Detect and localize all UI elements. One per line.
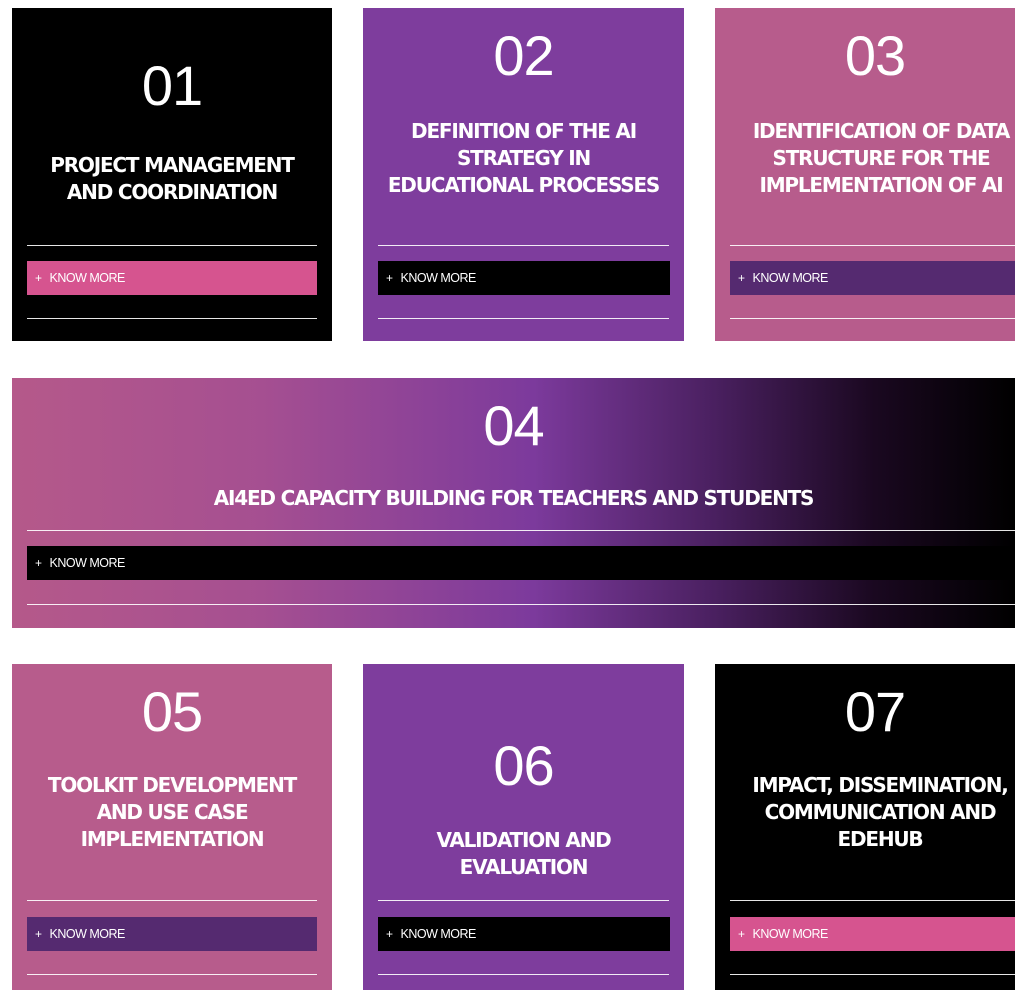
know-more-button[interactable]: + KNOW MORE	[378, 917, 670, 951]
divider	[378, 318, 669, 319]
button-label: KNOW MORE	[49, 927, 126, 941]
work-package-card-07: 07 IMPACT, DISSEMINATION, COMMUNICATION …	[715, 664, 1015, 990]
work-package-card-06: 06 VALIDATION AND EVALUATION + KNOW MORE	[363, 664, 684, 990]
plus-icon: +	[35, 556, 42, 570]
card-title: IMPACT, DISSEMINATION, COMMUNICATION AND…	[752, 773, 1009, 851]
work-package-card-04: 04 AI4ED CAPACITY BUILDING FOR TEACHERS …	[12, 378, 1015, 628]
button-label: KNOW MORE	[49, 271, 126, 285]
card-number: 03	[844, 24, 906, 87]
work-package-card-05: 05 TOOLKIT DEVELOPMENT AND USE CASE IMPL…	[12, 664, 332, 990]
card-number: 01	[141, 54, 203, 117]
plus-icon: +	[738, 271, 745, 285]
card-number: 07	[844, 680, 906, 743]
work-package-card-03: 03 IDENTIFICATION OF DATA STRUCTURE FOR …	[715, 8, 1015, 341]
plus-icon: +	[35, 927, 42, 941]
divider	[27, 974, 317, 975]
know-more-button[interactable]: + KNOW MORE	[378, 261, 670, 295]
divider	[27, 530, 1015, 531]
know-more-button[interactable]: + KNOW MORE	[27, 546, 1015, 580]
divider	[27, 604, 1015, 605]
work-package-card-02: 02 DEFINITION OF THE AI STRATEGY IN EDUC…	[363, 8, 684, 341]
plus-icon: +	[35, 271, 42, 285]
divider	[378, 245, 669, 246]
card-number: 05	[141, 680, 203, 743]
divider	[378, 974, 669, 975]
button-label: KNOW MORE	[49, 556, 126, 570]
know-more-button[interactable]: + KNOW MORE	[27, 261, 317, 295]
card-number: 06	[493, 734, 554, 797]
card-title: PROJECT MANAGEMENT AND COORDINATION	[50, 153, 295, 204]
button-label: KNOW MORE	[752, 271, 829, 285]
divider	[27, 318, 317, 319]
card-title: DEFINITION OF THE AI STRATEGY IN EDUCATI…	[387, 119, 660, 197]
card-title: VALIDATION AND EVALUATION	[436, 828, 611, 879]
divider	[730, 318, 1015, 319]
plus-icon: +	[386, 271, 393, 285]
button-label: KNOW MORE	[400, 271, 477, 285]
divider	[730, 245, 1015, 246]
plus-icon: +	[386, 927, 393, 941]
button-label: KNOW MORE	[400, 927, 477, 941]
know-more-button[interactable]: + KNOW MORE	[27, 917, 317, 951]
plus-icon: +	[738, 927, 745, 941]
button-label: KNOW MORE	[752, 927, 829, 941]
divider	[730, 974, 1015, 975]
know-more-button[interactable]: + KNOW MORE	[730, 261, 1015, 295]
card-number: 02	[493, 24, 554, 87]
card-title: AI4ED CAPACITY BUILDING FOR TEACHERS AND…	[213, 486, 815, 510]
divider	[378, 900, 669, 901]
card-number: 04	[483, 394, 544, 457]
card-title: TOOLKIT DEVELOPMENT AND USE CASE IMPLEME…	[47, 773, 297, 851]
work-package-card-01: 01 PROJECT MANAGEMENT AND COORDINATION +…	[12, 8, 332, 341]
work-packages-grid: 01 PROJECT MANAGEMENT AND COORDINATION +…	[0, 0, 1015, 990]
divider	[27, 245, 317, 246]
card-title: IDENTIFICATION OF DATA STRUCTURE FOR THE…	[752, 119, 1011, 197]
divider	[730, 900, 1015, 901]
know-more-button[interactable]: + KNOW MORE	[730, 917, 1015, 951]
divider	[27, 900, 317, 901]
